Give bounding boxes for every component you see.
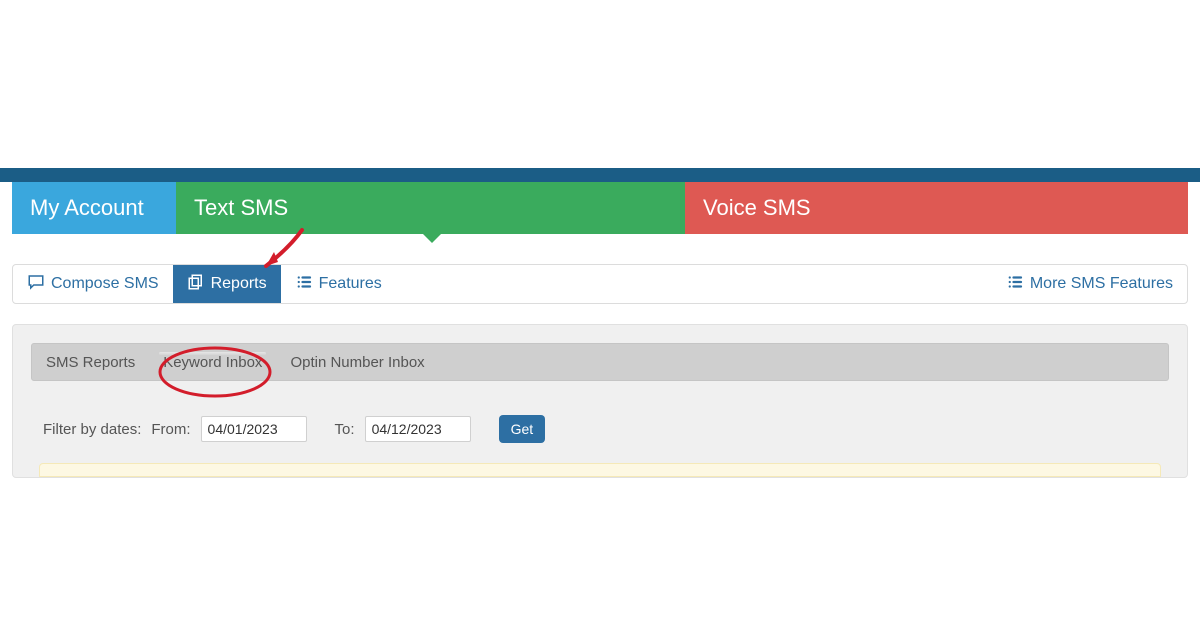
more-sms-features-button[interactable]: More SMS Features <box>992 265 1187 303</box>
compose-sms-label: Compose SMS <box>51 275 159 293</box>
features-label: Features <box>319 275 382 293</box>
to-date-input[interactable] <box>365 416 471 442</box>
inner-tab-optin-inbox-label: Optin Number Inbox <box>290 354 424 371</box>
filter-label: Filter by dates: <box>43 421 141 438</box>
from-label: From: <box>151 421 190 438</box>
tab-voice-sms-label: Voice SMS <box>703 195 811 221</box>
from-date-input[interactable] <box>201 416 307 442</box>
sub-toolbar: Compose SMS Reports Features More SMS Fe… <box>12 264 1188 304</box>
list-icon <box>1006 273 1024 296</box>
tab-text-sms[interactable]: Text SMS <box>176 182 685 234</box>
notice-strip <box>39 463 1161 477</box>
compose-sms-button[interactable]: Compose SMS <box>13 265 173 303</box>
to-label: To: <box>335 421 355 438</box>
more-sms-features-label: More SMS Features <box>1030 275 1173 293</box>
inner-tab-bar: SMS Reports Keyword Inbox Optin Number I… <box>31 343 1169 381</box>
content-panel: SMS Reports Keyword Inbox Optin Number I… <box>12 324 1188 478</box>
inner-tab-sms-reports[interactable]: SMS Reports <box>46 354 135 371</box>
tab-voice-sms[interactable]: Voice SMS <box>685 182 1188 234</box>
speech-bubble-icon <box>27 273 45 296</box>
features-button[interactable]: Features <box>281 265 396 303</box>
inner-tab-optin-inbox[interactable]: Optin Number Inbox <box>290 354 424 371</box>
blank-header-area <box>0 0 1200 168</box>
tab-my-account-label: My Account <box>30 195 144 221</box>
reports-button[interactable]: Reports <box>173 265 281 303</box>
reports-label: Reports <box>211 275 267 293</box>
inner-tab-keyword-inbox[interactable]: Keyword Inbox <box>163 354 262 371</box>
copy-pages-icon <box>187 273 205 296</box>
get-button-label: Get <box>511 421 534 437</box>
get-button[interactable]: Get <box>499 415 546 443</box>
tab-text-sms-label: Text SMS <box>194 195 288 221</box>
main-tab-bar: My Account Text SMS Voice SMS <box>12 182 1188 234</box>
inner-tab-sms-reports-label: SMS Reports <box>46 354 135 371</box>
inner-tab-keyword-inbox-label: Keyword Inbox <box>163 354 262 371</box>
toolbar-spacer <box>396 265 992 303</box>
top-blue-strip <box>0 168 1200 182</box>
tab-my-account[interactable]: My Account <box>12 182 176 234</box>
filter-row: Filter by dates: From: To: Get <box>43 415 1169 443</box>
list-icon <box>295 273 313 296</box>
